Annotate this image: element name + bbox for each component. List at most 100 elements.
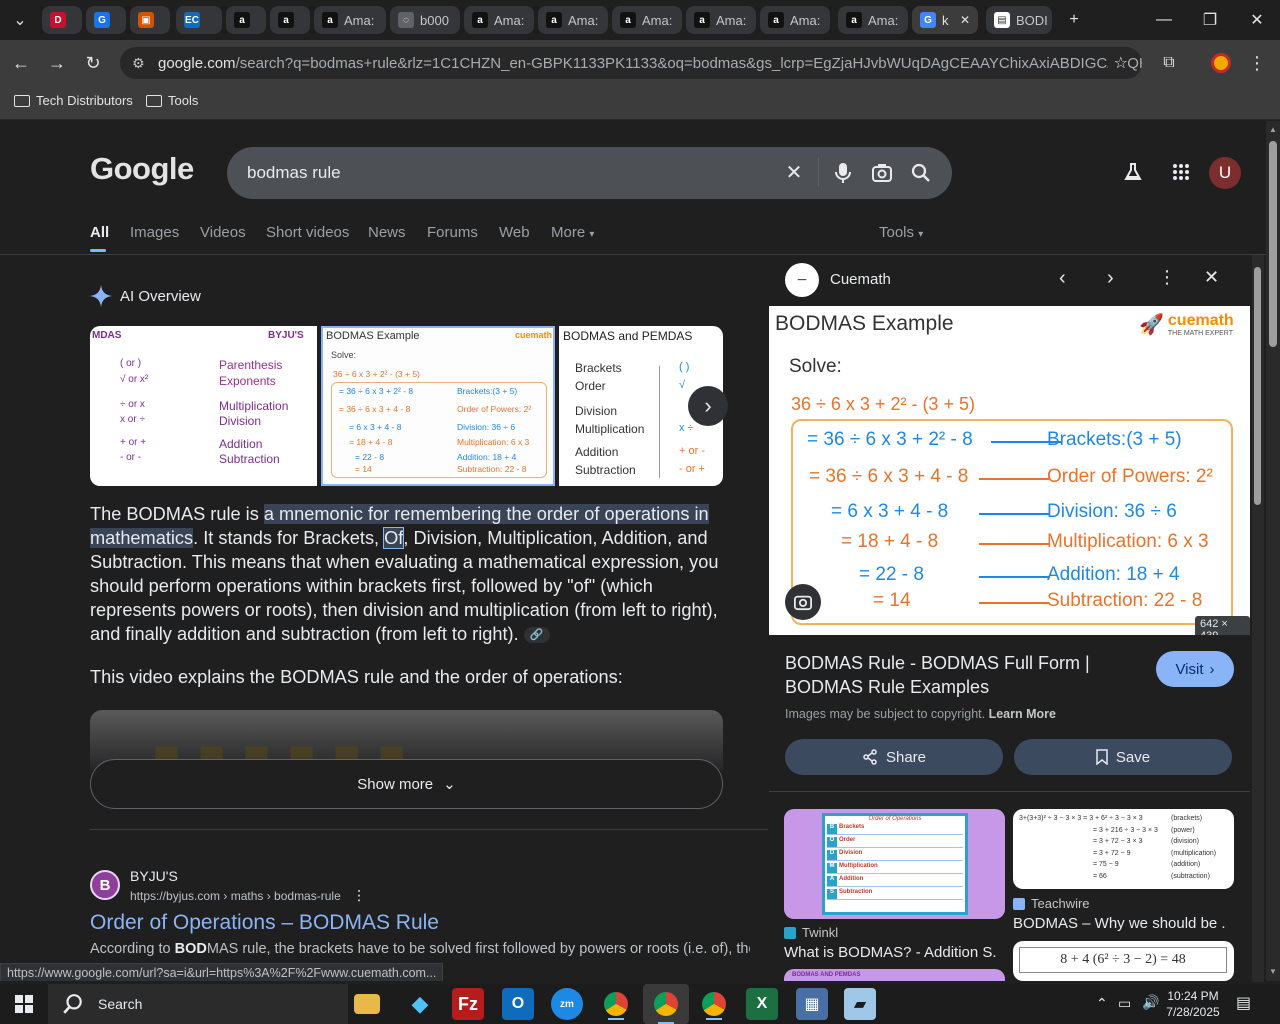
chrome-profile-2-icon[interactable] — [698, 988, 730, 1020]
tray-overflow-icon[interactable]: ⌃ — [1096, 995, 1108, 1012]
previous-image-icon[interactable]: ‹ — [1059, 267, 1066, 290]
scroll-up-arrow[interactable]: ▲ — [1269, 125, 1277, 134]
scroll-down-arrow[interactable]: ▼ — [1269, 967, 1277, 976]
forward-button[interactable]: → — [44, 50, 70, 76]
zoom-icon[interactable]: zm — [551, 988, 583, 1020]
chrome-active-icon[interactable] — [643, 984, 689, 1024]
visit-button[interactable]: Visit › — [1156, 651, 1234, 687]
bookmark-star-icon[interactable]: ☆ — [1107, 53, 1128, 73]
lens-search-icon[interactable] — [785, 584, 821, 620]
learn-more-link[interactable]: Learn More — [989, 707, 1056, 721]
save-button[interactable]: Save — [1014, 739, 1232, 775]
next-image-icon[interactable]: › — [1107, 267, 1114, 290]
result-url[interactable]: https://byjus.com › maths › bodmas-rule … — [130, 887, 366, 904]
google-apps-icon[interactable] — [1169, 160, 1193, 184]
tab-images[interactable]: Images — [130, 224, 179, 241]
related-title-teachwire[interactable]: BODMAS – Why we should be ... — [1013, 915, 1225, 932]
tab-all[interactable]: All — [90, 224, 109, 241]
browser-menu-icon[interactable]: ⋮ — [1244, 50, 1270, 76]
browser-tab[interactable]: ◌ b000 — [390, 6, 460, 34]
taskbar-search-box[interactable]: Search — [48, 984, 348, 1024]
related-image-twinkl[interactable]: Order of Operations B Brackets O Order D Divi… — [784, 809, 1005, 919]
result-site-name[interactable]: BYJU'S — [130, 868, 178, 884]
extensions-icon[interactable]: ⧉ — [1156, 50, 1182, 76]
close-panel-icon[interactable]: ✕ — [1204, 267, 1219, 288]
bookmark-folder-tools[interactable]: Tools — [146, 93, 198, 108]
tab-web[interactable]: Web — [499, 224, 530, 241]
clock[interactable]: 10:24 PM 7/28/2025 — [1164, 988, 1222, 1020]
browser-tab[interactable]: a — [226, 6, 266, 34]
labs-flask-icon[interactable] — [1121, 160, 1145, 184]
bookmark-folder-tech-distributors[interactable]: Tech Distributors — [14, 93, 133, 108]
app-diamond-icon[interactable]: ◆ — [404, 988, 436, 1020]
browser-tab[interactable]: G — [86, 6, 126, 34]
byjus-favicon[interactable]: B — [90, 870, 120, 900]
notifications-icon[interactable]: ▤ — [1236, 993, 1251, 1013]
maximize-button[interactable]: ❐ — [1198, 8, 1222, 32]
google-logo[interactable]: Google — [90, 151, 194, 187]
browser-tab[interactable]: a Ama: — [686, 6, 756, 34]
excel-icon[interactable]: X — [746, 988, 778, 1020]
source-link-icon[interactable]: 🔗 — [523, 627, 550, 644]
panel-source-name[interactable]: Cuemath — [830, 271, 891, 288]
show-more-button[interactable]: Show more ⌄ — [90, 759, 723, 809]
result-title-link[interactable]: Order of Operations – BODMAS Rule — [90, 911, 439, 935]
tab-news[interactable]: News — [368, 224, 406, 241]
network-icon[interactable]: ▭ — [1118, 995, 1131, 1012]
tab-videos[interactable]: Videos — [200, 224, 246, 241]
panel-scrollbar[interactable] — [1252, 255, 1264, 982]
preview-image[interactable]: BODMAS Example 🚀 cuemath THE MATH EXPERT… — [769, 306, 1250, 635]
filezilla-icon[interactable]: Fz — [452, 988, 484, 1020]
related-image-teachwire[interactable]: 3+(3+3)² ÷ 3 − 3 × 3 = 3 + 6² ÷ 3 − 3 × … — [1013, 809, 1234, 889]
new-tab-button[interactable]: + — [1062, 8, 1086, 32]
search-icon[interactable] — [909, 161, 933, 185]
carousel-next-button[interactable]: › — [688, 386, 728, 426]
voice-search-icon[interactable] — [831, 161, 855, 185]
notes-app-icon[interactable]: ▰ — [844, 988, 876, 1020]
browser-tab[interactable]: a Ama: — [464, 6, 534, 34]
browser-tab[interactable]: a — [270, 6, 310, 34]
tab-more[interactable]: More ▾ — [551, 224, 594, 241]
more-options-icon[interactable]: ⋮ — [352, 887, 366, 903]
calculator-icon[interactable]: ▦ — [796, 988, 828, 1020]
browser-tab[interactable]: a Ama: — [760, 6, 830, 34]
close-window-button[interactable]: ✕ — [1245, 8, 1269, 32]
related-source-twinkl[interactable]: Twinkl — [784, 925, 838, 940]
browser-tab[interactable]: ▤ BODI — [986, 6, 1052, 34]
browser-tab[interactable]: a Ama: — [538, 6, 608, 34]
browser-tab[interactable]: a Ama: — [838, 6, 908, 34]
file-explorer-icon[interactable] — [354, 994, 380, 1014]
tab-search-icon[interactable]: ⌄ — [8, 8, 32, 32]
account-avatar[interactable]: U — [1209, 157, 1241, 189]
tab-forums[interactable]: Forums — [427, 224, 478, 241]
site-info-icon[interactable]: ⚙ — [132, 55, 145, 72]
panel-title[interactable]: BODMAS Rule - BODMAS Full Form | BODMAS … — [785, 651, 1135, 699]
related-source-teachwire[interactable]: Teachwire — [1013, 896, 1090, 911]
browser-tab[interactable]: Gk ✕ — [912, 6, 978, 34]
ai-image-card-cuemath[interactable]: BODMAS Example cuemath Solve: 36 ÷ 6 x 3… — [321, 326, 555, 486]
ai-text-of[interactable]: Of — [383, 527, 405, 549]
outlook-icon[interactable]: O — [502, 988, 534, 1020]
back-button[interactable]: ← — [8, 50, 34, 76]
browser-tab[interactable]: a Ama: — [314, 6, 386, 34]
clear-search-icon[interactable]: ✕ — [782, 160, 806, 184]
profile-avatar[interactable] — [1208, 50, 1234, 76]
share-button[interactable]: Share — [785, 739, 1003, 775]
chrome-profile-1-icon[interactable] — [600, 988, 632, 1020]
browser-tab[interactable]: ▣ — [130, 6, 170, 34]
ai-image-card-byjus[interactable]: MDAS BYJU'S ( or ) Parenthesis √ or x² Expo… — [90, 326, 317, 486]
related-title-twinkl[interactable]: What is BODMAS? - Addition S... — [784, 944, 996, 961]
page-scrollbar[interactable]: ▲ ▼ — [1266, 121, 1280, 981]
volume-icon[interactable]: 🔊 — [1142, 994, 1159, 1011]
scroll-thumb[interactable] — [1269, 141, 1277, 347]
lens-search-icon[interactable] — [870, 161, 894, 185]
close-tab-icon[interactable]: ✕ — [960, 13, 970, 27]
minimize-button[interactable]: — — [1152, 8, 1176, 32]
tab-short-videos[interactable]: Short videos — [266, 224, 349, 241]
browser-tab[interactable]: D — [42, 6, 82, 34]
related-image-equation[interactable]: 8 + 4 (6² ÷ 3 − 2) = 48 — [1013, 941, 1234, 981]
tools-button[interactable]: Tools ▾ — [879, 224, 923, 241]
cuemath-source-icon[interactable]: ━━ — [785, 263, 819, 297]
browser-tab[interactable]: a Ama: — [612, 6, 682, 34]
browser-tab[interactable]: EC — [176, 6, 222, 34]
